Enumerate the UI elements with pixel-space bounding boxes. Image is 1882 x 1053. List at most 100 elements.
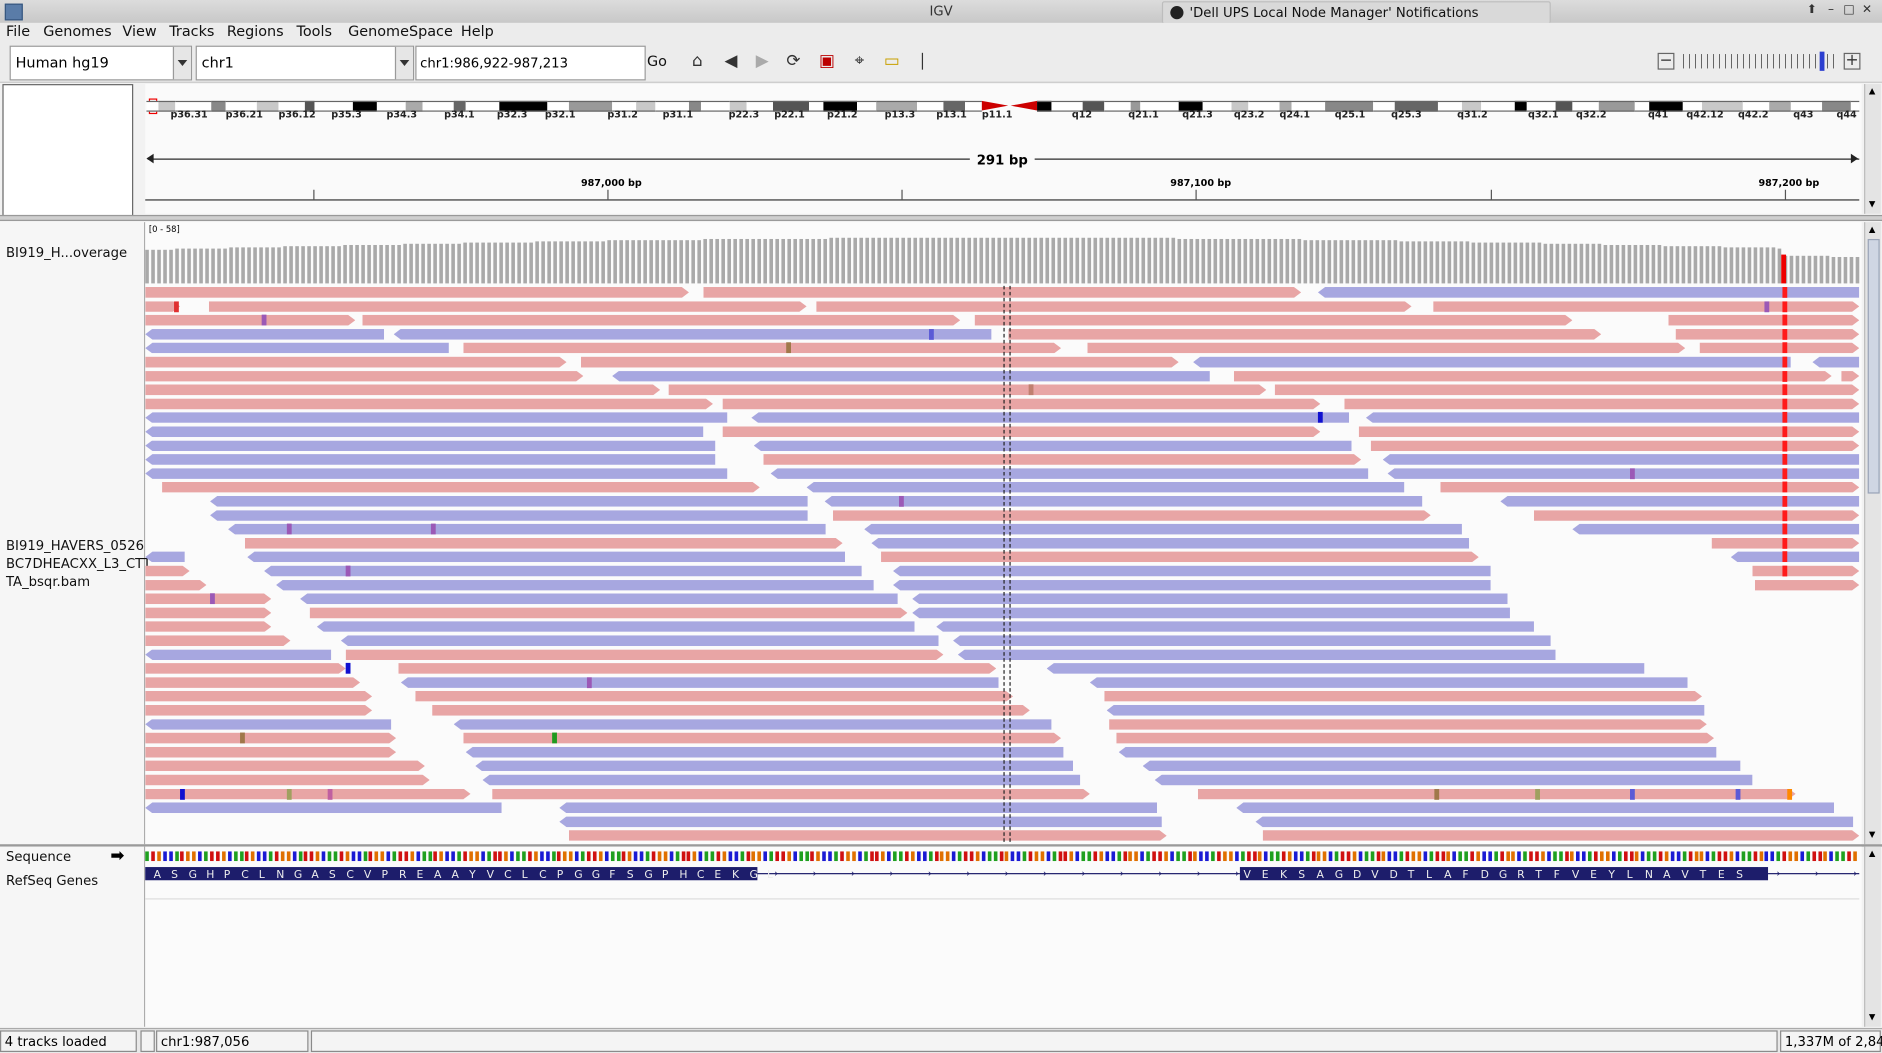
reverse-read[interactable]: [145, 342, 449, 354]
scroll-down-icon[interactable]: ▼: [1869, 1012, 1875, 1022]
forward-read[interactable]: [975, 315, 1573, 326]
forward-read[interactable]: [763, 454, 1361, 465]
forward-read[interactable]: [703, 287, 1301, 298]
reverse-read[interactable]: [1387, 468, 1860, 479]
forward-read[interactable]: [145, 747, 396, 758]
forward-read[interactable]: [1534, 510, 1859, 521]
reverse-read[interactable]: [1812, 356, 1860, 368]
reverse-read[interactable]: [145, 440, 716, 452]
forward-read[interactable]: [1198, 789, 1796, 800]
zoom-slider-thumb[interactable]: [1819, 51, 1825, 71]
forward-read[interactable]: [881, 552, 1479, 563]
forward-read[interactable]: [1104, 691, 1702, 702]
reverse-read[interactable]: [1500, 495, 1860, 507]
forward-read[interactable]: [723, 426, 1321, 437]
reverse-read[interactable]: [559, 802, 1158, 814]
reverse-read[interactable]: [1118, 746, 1717, 758]
forward-read[interactable]: [1116, 733, 1714, 744]
reverse-read[interactable]: [145, 454, 716, 465]
menu-view[interactable]: View: [122, 23, 156, 40]
forward-read[interactable]: [1755, 580, 1859, 591]
reverse-read[interactable]: [1382, 454, 1860, 465]
refseq-track-name[interactable]: RefSeq Genes: [6, 873, 98, 889]
alignment-track-name-line3[interactable]: TA_bsqr.bam: [6, 574, 90, 590]
forward-read[interactable]: [833, 510, 1431, 521]
reverse-read[interactable]: [806, 482, 1405, 493]
forward-read[interactable]: [145, 789, 470, 800]
forward-read[interactable]: [145, 663, 345, 674]
reverse-read[interactable]: [1255, 816, 1854, 828]
forward-read[interactable]: [492, 789, 1090, 800]
reverse-read[interactable]: [1089, 677, 1688, 688]
forward-read[interactable]: [145, 385, 660, 396]
menu-help[interactable]: Help: [461, 23, 494, 40]
scroll-down-icon[interactable]: ▼: [1869, 830, 1875, 840]
reverse-read[interactable]: [1193, 356, 1791, 368]
forward-read[interactable]: [145, 371, 583, 382]
reverse-read[interactable]: [393, 328, 992, 340]
menu-regions[interactable]: Regions: [227, 23, 284, 40]
ideogram-band[interactable]: [809, 100, 824, 112]
chevron-down-icon[interactable]: [172, 46, 191, 80]
forward-read[interactable]: [816, 301, 1411, 312]
memory-status[interactable]: 1,337M of 2,84...: [1780, 1030, 1882, 1052]
reverse-read[interactable]: [864, 523, 1462, 535]
reverse-read[interactable]: [751, 412, 1350, 424]
ideogram-band[interactable]: [1104, 100, 1131, 112]
zoom-out-icon[interactable]: −: [1657, 53, 1675, 70]
reverse-read[interactable]: [957, 649, 1556, 661]
forward-read[interactable]: [145, 761, 425, 772]
reverse-read[interactable]: [145, 649, 332, 661]
forward-read[interactable]: [145, 287, 689, 298]
reverse-read[interactable]: [612, 370, 1210, 382]
chromosome-select[interactable]: chr1: [195, 45, 415, 81]
reverse-read[interactable]: [465, 746, 1064, 758]
forward-read[interactable]: [145, 607, 271, 618]
ideogram-band[interactable]: [146, 100, 159, 112]
forward-read[interactable]: [245, 538, 843, 549]
forward-read[interactable]: [569, 830, 1167, 841]
reverse-read[interactable]: [145, 426, 704, 438]
resize-window-icon[interactable]: ▣: [816, 50, 838, 72]
reverse-read[interactable]: [893, 579, 1491, 591]
alignment-track-name-line1[interactable]: BI919_HAVERS_0526: [6, 538, 144, 554]
forward-read[interactable]: [723, 398, 1321, 409]
forward-read[interactable]: [1668, 315, 1859, 326]
forward-read[interactable]: [145, 580, 206, 591]
forward-read[interactable]: [145, 775, 429, 786]
forward-read[interactable]: [415, 691, 1013, 702]
reverse-read[interactable]: [145, 328, 385, 340]
forward-icon[interactable]: ▶: [751, 50, 773, 72]
locus-input[interactable]: chr1:986,922-987,213: [415, 45, 646, 81]
reverse-read[interactable]: [1154, 774, 1753, 786]
restore-up-icon[interactable]: ⬆: [1805, 4, 1818, 17]
minimize-icon[interactable]: –: [1824, 4, 1837, 17]
refresh-icon[interactable]: ⟳: [783, 50, 805, 72]
ideogram-band[interactable]: [965, 100, 982, 112]
reverse-read[interactable]: [824, 495, 1423, 507]
ideogram-band[interactable]: [636, 100, 656, 112]
reverse-read[interactable]: [228, 523, 826, 535]
ideogram-band[interactable]: [700, 100, 730, 112]
reverse-read[interactable]: [264, 565, 862, 577]
forward-read[interactable]: [463, 343, 1061, 354]
reverse-read[interactable]: [340, 635, 939, 647]
reverse-read[interactable]: [1106, 704, 1705, 716]
reverse-read[interactable]: [316, 621, 915, 633]
menu-tracks[interactable]: Tracks: [169, 23, 214, 40]
forward-read[interactable]: [145, 733, 396, 744]
reverse-read[interactable]: [1046, 663, 1645, 674]
forward-read[interactable]: [145, 621, 271, 632]
reverse-read[interactable]: [300, 593, 898, 605]
ideogram-band[interactable]: [211, 100, 226, 112]
home-icon[interactable]: ⌂: [687, 50, 709, 72]
reverse-read[interactable]: [753, 440, 1352, 452]
reverse-read[interactable]: [210, 495, 808, 507]
maximize-icon[interactable]: □: [1842, 4, 1855, 17]
reverse-read[interactable]: [1236, 802, 1835, 814]
menu-genomes[interactable]: Genomes: [43, 23, 111, 40]
strand-arrow-icon[interactable]: ➡: [110, 847, 124, 866]
feature-scrollbar[interactable]: ▲ ▼: [1864, 846, 1881, 1027]
forward-read[interactable]: [145, 398, 713, 409]
close-icon[interactable]: ✕: [1860, 4, 1873, 17]
